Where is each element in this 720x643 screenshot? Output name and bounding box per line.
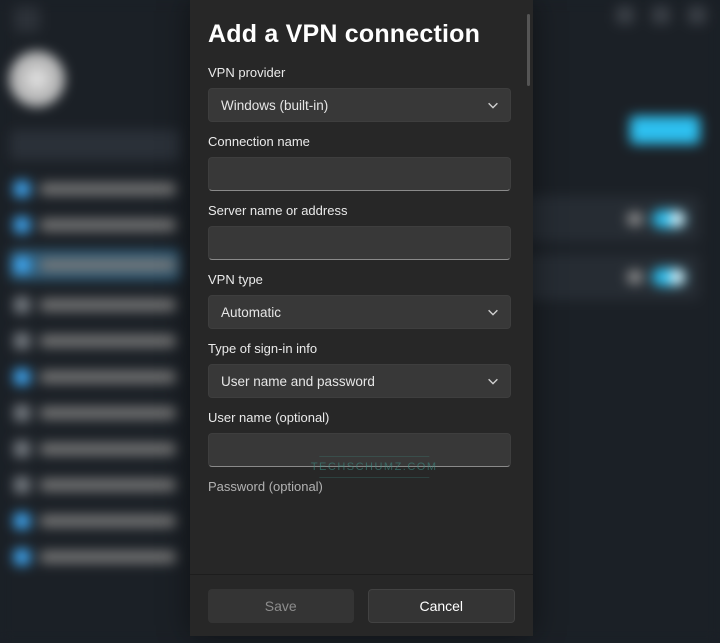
signin-type-select[interactable]: User name and password (208, 364, 511, 398)
label-username: User name (optional) (208, 410, 511, 425)
connection-name-input[interactable] (208, 157, 511, 191)
dialog-title: Add a VPN connection (208, 20, 511, 49)
vpn-provider-value: Windows (built-in) (221, 98, 328, 113)
server-input[interactable] (208, 226, 511, 260)
vpn-type-select[interactable]: Automatic (208, 295, 511, 329)
cancel-button[interactable]: Cancel (368, 589, 516, 623)
dialog-footer: Save Cancel (190, 574, 533, 636)
chevron-down-icon (486, 305, 500, 319)
label-server: Server name or address (208, 203, 511, 218)
username-input[interactable] (208, 433, 511, 467)
scrollbar-thumb[interactable] (527, 14, 530, 86)
label-vpn-type: VPN type (208, 272, 511, 287)
signin-type-value: User name and password (221, 374, 375, 389)
chevron-down-icon (486, 98, 500, 112)
dialog-body: Add a VPN connection VPN provider Window… (190, 0, 533, 574)
chevron-down-icon (486, 374, 500, 388)
vpn-type-value: Automatic (221, 305, 281, 320)
label-password: Password (optional) (208, 479, 511, 494)
label-signin-type: Type of sign-in info (208, 341, 511, 356)
label-vpn-provider: VPN provider (208, 65, 511, 80)
save-button[interactable]: Save (208, 589, 354, 623)
label-connection-name: Connection name (208, 134, 511, 149)
vpn-provider-select[interactable]: Windows (built-in) (208, 88, 511, 122)
add-vpn-dialog: Add a VPN connection VPN provider Window… (190, 0, 533, 636)
